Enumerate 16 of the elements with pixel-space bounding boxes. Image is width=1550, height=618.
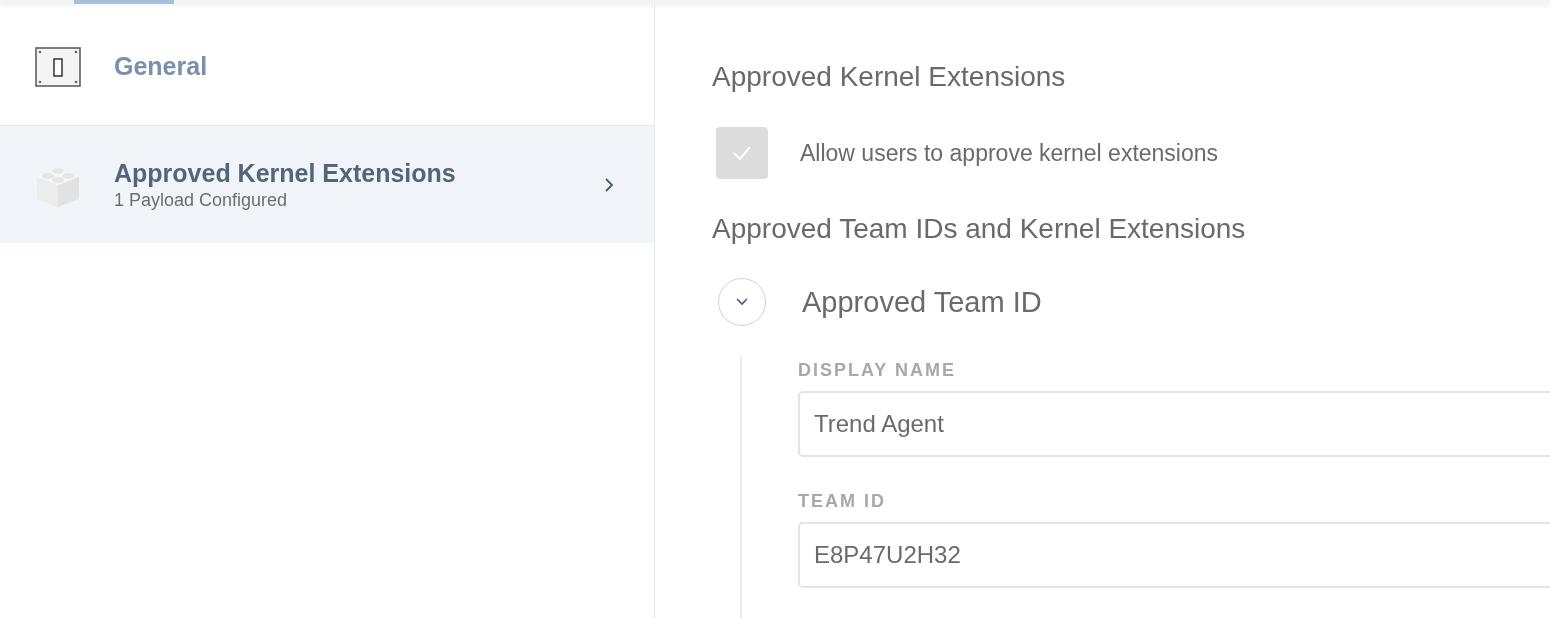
section-title: Approved Team IDs and Kernel Extensions [712,213,1247,245]
page-title: Approved Kernel Extensions [712,61,1067,93]
field-label: TEAM ID [798,491,887,512]
tab-indicator[interactable] [74,0,174,4]
checkmark-icon [731,144,753,162]
group-title: Approved Team ID [802,285,1042,319]
input-field[interactable]: E8P47U2H32 [798,522,1550,588]
sidebar-item-title: General [114,52,209,81]
sidebar-item[interactable]: Approved Kernel Extensions 1 Payload Configured [0,126,654,243]
light-switch-icon [35,46,81,87]
input-field[interactable]: Trend Agent [798,391,1550,457]
chevron-down-icon [735,297,749,307]
field-label: DISPLAY NAME [798,360,958,381]
checkbox-label: Allow users to approve kernel extensions [800,139,1219,167]
sidebar-item-title: Approved Kernel Extensions [114,158,457,188]
sidebar-item-subtitle: 1 Payload Configured [114,189,289,211]
